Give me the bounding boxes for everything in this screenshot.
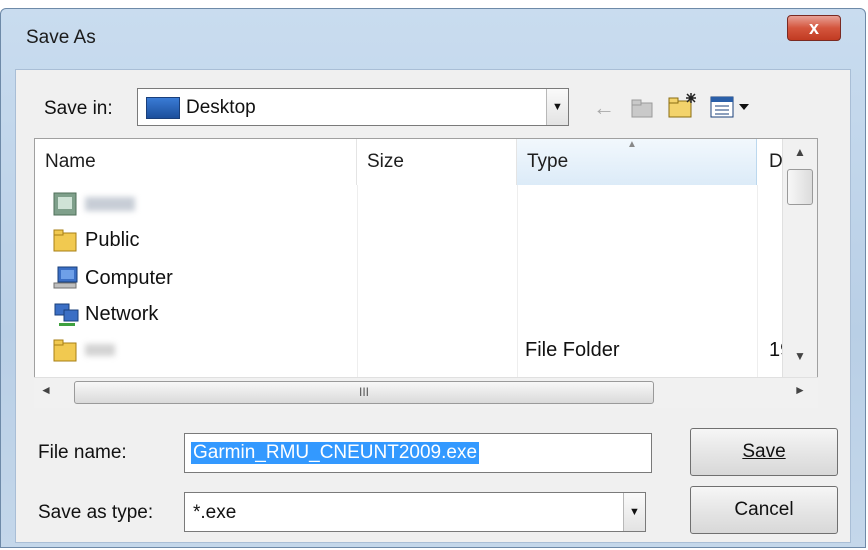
file-name-label: File name: <box>38 442 127 463</box>
list-item-label: Public <box>85 228 140 251</box>
views-menu-icon[interactable] <box>708 92 756 122</box>
vertical-scrollbar[interactable]: ▲ ▼ <box>782 139 817 404</box>
save-as-type-label: Save as type: <box>38 502 154 523</box>
list-item-label: Network <box>85 302 159 325</box>
cancel-button[interactable]: Cancel <box>690 486 838 534</box>
scroll-grip-icon: III <box>358 385 369 399</box>
folder-icon <box>53 338 77 362</box>
save-button[interactable]: Save <box>690 428 838 476</box>
close-button[interactable]: x <box>787 15 841 41</box>
desktop-icon <box>146 97 180 119</box>
blurred-item-name <box>85 344 115 356</box>
vertical-scroll-thumb[interactable] <box>787 169 813 205</box>
list-item[interactable]: Computer <box>53 261 173 295</box>
scroll-down-icon[interactable]: ▼ <box>783 349 817 369</box>
computer-icon <box>53 266 78 290</box>
user-folder-icon <box>53 192 77 216</box>
list-item-label: Computer <box>85 266 173 289</box>
list-item[interactable]: Network <box>53 297 158 331</box>
sort-ascending-icon: ▲ <box>627 139 637 150</box>
list-item[interactable] <box>53 187 135 221</box>
chevron-down-icon[interactable]: ▼ <box>546 89 568 125</box>
chevron-down-icon[interactable]: ▼ <box>623 493 645 531</box>
up-folder-icon[interactable] <box>628 94 656 122</box>
scroll-up-icon[interactable]: ▲ <box>783 145 817 165</box>
list-item-type: File Folder <box>525 339 620 361</box>
horizontal-scrollbar[interactable]: ◄ III ► <box>34 377 818 408</box>
file-name-value: Garmin_RMU_CNEUNT2009.exe <box>191 442 480 464</box>
save-as-type-select[interactable]: *.exe ▼ <box>184 492 646 532</box>
folder-icon <box>53 228 77 252</box>
list-item[interactable]: File Folder 19.09 <box>53 333 817 367</box>
save-in-combo[interactable]: Desktop ▼ <box>137 88 569 126</box>
column-header-size[interactable]: Size <box>357 139 517 185</box>
new-folder-icon[interactable] <box>666 90 700 122</box>
save-as-type-value: *.exe <box>193 502 237 523</box>
column-header-name[interactable]: Name <box>35 139 357 185</box>
file-list-view[interactable]: Name Size Type ▲ Date Public <box>34 138 818 405</box>
save-button-label: Save <box>742 441 786 462</box>
close-icon: x <box>808 18 819 38</box>
column-header-type-label: Type <box>527 151 569 172</box>
dialog-title: Save As <box>26 27 96 48</box>
save-as-dialog: Save As x Save in: Desktop ▼ ← Name Size… <box>0 8 866 548</box>
save-in-value: Desktop <box>186 97 256 118</box>
back-arrow-icon[interactable]: ← <box>590 94 618 122</box>
scroll-right-icon[interactable]: ► <box>794 383 806 397</box>
horizontal-scroll-thumb[interactable]: III <box>74 381 654 404</box>
save-in-label: Save in: <box>44 98 113 119</box>
scroll-left-icon[interactable]: ◄ <box>40 383 52 397</box>
column-header-type[interactable]: Type ▲ <box>517 139 757 185</box>
list-item[interactable]: Public <box>53 223 139 257</box>
file-name-input[interactable]: Garmin_RMU_CNEUNT2009.exe <box>184 433 652 473</box>
dialog-client-area: Save in: Desktop ▼ ← Name Size Type ▲ Da… <box>15 69 851 543</box>
network-icon <box>53 302 79 326</box>
blurred-item-name <box>85 197 135 211</box>
